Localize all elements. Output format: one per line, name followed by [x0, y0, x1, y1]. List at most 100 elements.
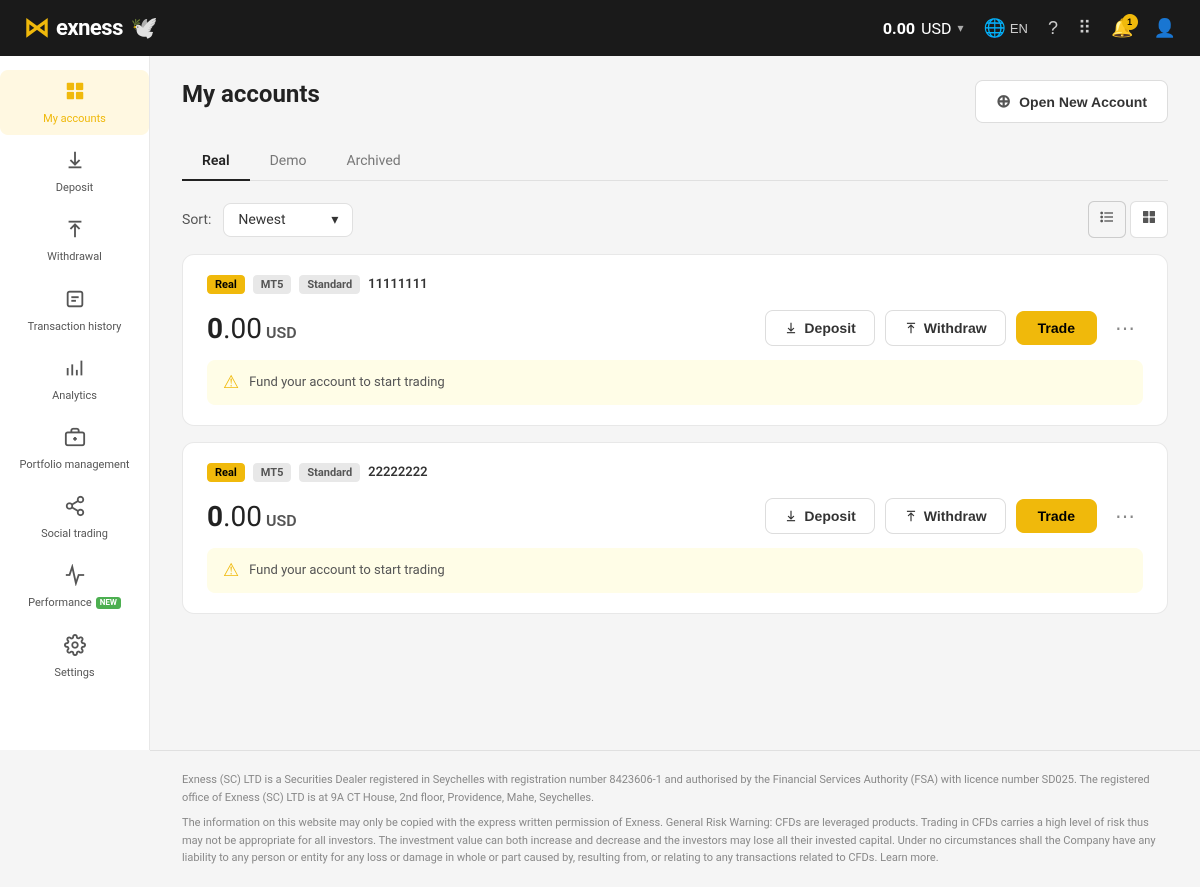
more-options-button[interactable]: ⋯ — [1107, 500, 1143, 533]
sidebar-label-social-trading: Social trading — [41, 527, 108, 540]
plus-circle-icon: ⊕ — [996, 91, 1011, 112]
balance-currency: USD — [266, 511, 297, 530]
grid-view-button[interactable] — [1130, 201, 1168, 238]
sort-chevron-icon: ▾ — [331, 212, 338, 228]
language-label: EN — [1010, 21, 1028, 36]
sidebar-item-withdrawal[interactable]: Withdrawal — [0, 208, 149, 273]
balance-display[interactable]: 0.00 USD ▾ — [883, 19, 964, 38]
sidebar-item-performance[interactable]: Performance NEW — [0, 554, 149, 619]
balance-whole: 0 — [207, 500, 223, 533]
notifications-button[interactable]: 🔔 1 — [1111, 18, 1133, 39]
sidebar-item-portfolio-management[interactable]: Portfolio management — [0, 416, 149, 481]
grid-icon — [64, 80, 86, 108]
help-button[interactable]: ? — [1048, 18, 1058, 39]
account-card-body: 0.00USD Deposit Withdraw Trade — [207, 310, 1143, 346]
view-toggle — [1088, 201, 1168, 238]
account-number: 11111111 — [368, 277, 427, 292]
fund-warning-text: Fund your account to start trading — [249, 375, 445, 390]
main-content: My accounts ⊕ Open New Account Real Demo… — [150, 56, 1200, 750]
sort-dropdown[interactable]: Newest ▾ — [223, 203, 353, 237]
deposit-button[interactable]: Deposit — [765, 310, 874, 346]
deposit-icon — [784, 509, 798, 523]
withdraw-button[interactable]: Withdraw — [885, 498, 1006, 534]
settings-icon — [64, 634, 86, 662]
sidebar-item-analytics[interactable]: Analytics — [0, 347, 149, 412]
sidebar-label-settings: Settings — [54, 666, 94, 679]
withdraw-label: Withdraw — [924, 320, 987, 336]
trade-label: Trade — [1038, 508, 1075, 524]
account-actions: Deposit Withdraw Trade ⋯ — [765, 310, 1143, 346]
sidebar-label-my-accounts: My accounts — [43, 112, 106, 125]
deposit-button[interactable]: Deposit — [765, 498, 874, 534]
tab-real[interactable]: Real — [182, 143, 250, 181]
grid-view-icon — [1141, 209, 1157, 225]
sort-label: Sort: — [182, 212, 211, 228]
sidebar-label-withdrawal: Withdrawal — [47, 250, 102, 263]
warning-icon: ⚠ — [223, 372, 239, 393]
balance-decimal: .00 — [223, 500, 262, 533]
analytics-icon — [64, 357, 86, 385]
fund-warning: ⚠ Fund your account to start trading — [207, 360, 1143, 405]
account-balance: 0.00USD — [207, 500, 297, 533]
sidebar-item-transaction-history[interactable]: Transaction history — [0, 278, 149, 343]
more-options-button[interactable]: ⋯ — [1107, 312, 1143, 345]
accounts-list: Real MT5 Standard 11111111 0.00USD Depos… — [182, 254, 1168, 614]
account-balance: 0.00USD — [207, 312, 297, 345]
topnav-right: 0.00 USD ▾ 🌐 EN ? ⠿ 🔔 1 👤 — [883, 18, 1176, 39]
trade-button[interactable]: Trade — [1016, 499, 1097, 533]
sidebar-label-deposit: Deposit — [56, 181, 93, 194]
tab-archived[interactable]: Archived — [326, 143, 420, 181]
sort-value: Newest — [238, 212, 285, 228]
download-icon — [64, 149, 86, 177]
list-view-button[interactable] — [1088, 201, 1126, 238]
apps-button[interactable]: ⠿ — [1078, 18, 1091, 39]
sidebar-label-portfolio-management: Portfolio management — [19, 458, 129, 471]
page-header: My accounts ⊕ Open New Account — [182, 80, 1168, 123]
sidebar-item-settings[interactable]: Settings — [0, 624, 149, 689]
controls-bar: Sort: Newest ▾ — [182, 201, 1168, 238]
withdraw-button[interactable]: Withdraw — [885, 310, 1006, 346]
notification-badge: 1 — [1122, 14, 1138, 30]
language-selector[interactable]: 🌐 EN — [983, 18, 1027, 39]
logo-text: exness — [56, 16, 123, 41]
history-icon — [64, 288, 86, 316]
deposit-label: Deposit — [804, 320, 855, 336]
fund-warning-text: Fund your account to start trading — [249, 563, 445, 578]
new-badge: NEW — [96, 597, 121, 609]
balance-currency: USD — [266, 323, 297, 342]
withdraw-icon — [904, 509, 918, 523]
footer: Exness (SC) LTD is a Securities Dealer r… — [150, 750, 1200, 887]
trade-label: Trade — [1038, 320, 1075, 336]
warning-icon: ⚠ — [223, 560, 239, 581]
balance-amount: 0.00 — [883, 19, 915, 38]
profile-button[interactable]: 👤 — [1154, 18, 1176, 39]
trade-button[interactable]: Trade — [1016, 311, 1097, 345]
user-icon: 👤 — [1154, 18, 1176, 39]
badge-standard: Standard — [299, 463, 360, 482]
account-card-header: Real MT5 Standard 22222222 — [207, 463, 1143, 482]
sidebar-item-my-accounts[interactable]: My accounts — [0, 70, 149, 135]
account-number: 22222222 — [368, 465, 427, 480]
sidebar-item-deposit[interactable]: Deposit — [0, 139, 149, 204]
badge-mt5: MT5 — [253, 463, 292, 482]
footer-text-2: The information on this website may only… — [182, 814, 1168, 867]
withdraw-icon — [904, 321, 918, 335]
deposit-label: Deposit — [804, 508, 855, 524]
app-layout: My accounts Deposit Withdrawal Transacti… — [0, 0, 1200, 750]
portfolio-icon — [64, 426, 86, 454]
question-icon: ? — [1048, 18, 1058, 39]
account-card-body: 0.00USD Deposit Withdraw Trade — [207, 498, 1143, 534]
sidebar-item-social-trading[interactable]: Social trading — [0, 485, 149, 550]
sidebar-label-analytics: Analytics — [52, 389, 97, 402]
tab-demo[interactable]: Demo — [250, 143, 327, 181]
upload-icon — [64, 218, 86, 246]
sort-row: Sort: Newest ▾ — [182, 203, 353, 237]
grid-icon: ⠿ — [1078, 18, 1091, 39]
badge-mt5: MT5 — [253, 275, 292, 294]
brand-logo[interactable]: ⋈ exness 🕊️ — [24, 13, 158, 43]
account-tabs: Real Demo Archived — [182, 143, 1168, 181]
account-card: Real MT5 Standard 11111111 0.00USD Depos… — [182, 254, 1168, 426]
balance-whole: 0 — [207, 312, 223, 345]
open-new-account-button[interactable]: ⊕ Open New Account — [975, 80, 1168, 123]
open-account-label: Open New Account — [1019, 94, 1147, 110]
